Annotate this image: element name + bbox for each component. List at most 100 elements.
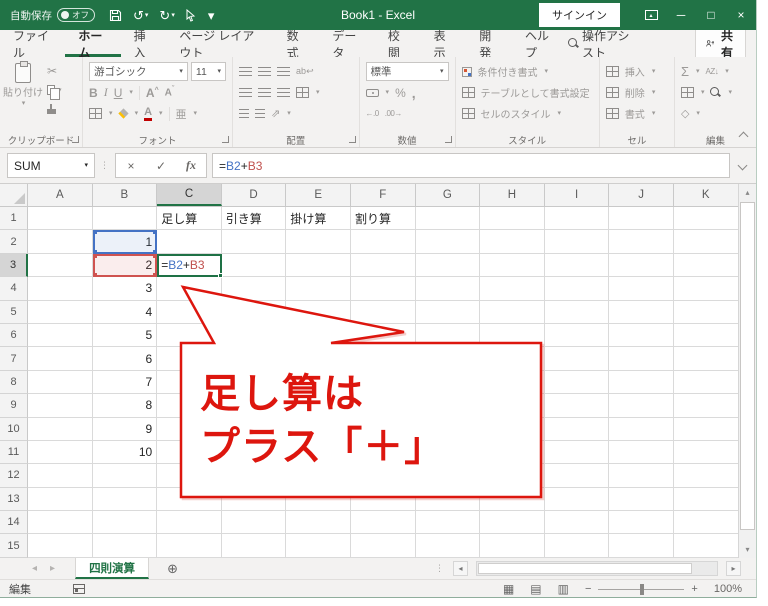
- cell-K11[interactable]: [673, 440, 739, 465]
- cell-I10[interactable]: [544, 417, 610, 441]
- column-header-E[interactable]: E: [286, 184, 351, 206]
- cell-E5[interactable]: [286, 300, 351, 324]
- cell-C10[interactable]: [157, 417, 222, 441]
- decrease-indent-icon[interactable]: [239, 109, 250, 118]
- row-header-11[interactable]: 11: [0, 440, 28, 465]
- cell-E13[interactable]: [286, 487, 351, 512]
- cell-C13[interactable]: [157, 487, 222, 512]
- borders-icon[interactable]: [89, 108, 103, 119]
- find-select-button[interactable]: [710, 87, 721, 98]
- tab-file[interactable]: ファイル: [0, 29, 65, 60]
- cell-G7[interactable]: [415, 347, 481, 371]
- cell-J7[interactable]: [609, 347, 674, 371]
- column-header-I[interactable]: I: [545, 184, 610, 206]
- hscroll-right-icon[interactable]: ▸: [726, 561, 741, 576]
- cell-G9[interactable]: [415, 394, 481, 418]
- column-header-G[interactable]: G: [416, 184, 481, 206]
- cut-button[interactable]: ✂: [47, 63, 62, 79]
- cell-E15[interactable]: [286, 534, 351, 558]
- cell-K8[interactable]: [673, 370, 739, 395]
- cell-G12[interactable]: [415, 464, 481, 488]
- cell-D1[interactable]: 引き算: [221, 207, 287, 231]
- cell-E14[interactable]: [286, 511, 351, 535]
- font-name-select[interactable]: 游ゴシック ▾: [89, 62, 188, 81]
- sort-filter-button[interactable]: AZ↓: [706, 67, 719, 76]
- zoom-level[interactable]: 100%: [714, 583, 742, 595]
- cell-D13[interactable]: [221, 487, 287, 512]
- cell-F5[interactable]: [350, 300, 416, 324]
- align-right-icon[interactable]: [277, 88, 291, 97]
- cell-B5[interactable]: 4: [92, 300, 158, 324]
- cell-J12[interactable]: [609, 464, 674, 488]
- underline-button[interactable]: U: [114, 86, 123, 100]
- cell-E1[interactable]: 掛け算: [286, 207, 351, 231]
- formula-input[interactable]: = B2 + B3: [212, 153, 730, 178]
- cell-I6[interactable]: [544, 323, 610, 348]
- cell-D15[interactable]: [221, 534, 287, 558]
- cell-F2[interactable]: [350, 230, 416, 254]
- cell-A12[interactable]: [28, 464, 93, 488]
- column-header-J[interactable]: J: [609, 184, 674, 206]
- cell-D11[interactable]: [221, 440, 287, 465]
- cell-E8[interactable]: [286, 370, 351, 395]
- cell-K15[interactable]: [673, 534, 739, 558]
- delete-cells-button[interactable]: 削除 ▾: [603, 82, 671, 103]
- cell-B1[interactable]: [92, 207, 158, 231]
- orientation-icon[interactable]: ⇗: [271, 107, 280, 120]
- cell-D7[interactable]: [221, 347, 287, 371]
- cell-A14[interactable]: [28, 511, 93, 535]
- macro-record-icon[interactable]: [73, 584, 85, 594]
- cell-H14[interactable]: [480, 511, 545, 535]
- insert-function-button[interactable]: fx: [176, 158, 206, 173]
- autosave-control[interactable]: 自動保存 オフ: [10, 8, 95, 23]
- comma-style-button[interactable]: ,: [412, 85, 416, 101]
- row-header-2[interactable]: 2: [0, 230, 28, 254]
- copy-button[interactable]: ▾: [47, 82, 62, 100]
- row-header-13[interactable]: 13: [0, 487, 28, 512]
- cell-G11[interactable]: [415, 440, 481, 465]
- cell-K2[interactable]: [673, 230, 739, 254]
- cell-J10[interactable]: [609, 417, 674, 441]
- increase-indent-icon[interactable]: [255, 109, 266, 118]
- row-header-5[interactable]: 5: [0, 300, 28, 324]
- cell-G1[interactable]: [415, 207, 481, 231]
- cell-F4[interactable]: [350, 277, 416, 301]
- cell-I11[interactable]: [544, 440, 610, 465]
- cell-I7[interactable]: [544, 347, 610, 371]
- format-painter-button[interactable]: [47, 101, 62, 117]
- percent-style-button[interactable]: %: [395, 86, 406, 100]
- tab-data[interactable]: データ: [319, 29, 375, 60]
- cell-E12[interactable]: [286, 464, 351, 488]
- align-left-icon[interactable]: [239, 88, 253, 97]
- row-header-14[interactable]: 14: [0, 511, 28, 535]
- column-header-D[interactable]: D: [222, 184, 287, 206]
- cancel-button[interactable]: ×: [116, 159, 146, 173]
- cell-G10[interactable]: [415, 417, 481, 441]
- cell-I8[interactable]: [544, 370, 610, 395]
- cell-C12[interactable]: [157, 464, 222, 488]
- cell-E10[interactable]: [286, 417, 351, 441]
- cell-A1[interactable]: [28, 207, 93, 231]
- column-header-B[interactable]: B: [93, 184, 158, 206]
- bold-button[interactable]: B: [89, 86, 98, 100]
- cell-K9[interactable]: [673, 394, 739, 418]
- cell-C6[interactable]: [157, 323, 222, 348]
- tab-view[interactable]: 表示: [421, 29, 467, 60]
- zoom-slider[interactable]: [598, 583, 685, 596]
- cell-C4[interactable]: [157, 277, 222, 301]
- row-header-6[interactable]: 6: [0, 323, 28, 348]
- minimize-button[interactable]: ─: [666, 0, 696, 30]
- cell-C7[interactable]: [157, 347, 222, 371]
- cell-A2[interactable]: [28, 230, 93, 254]
- row-header-3[interactable]: 3: [0, 253, 28, 278]
- cell-D5[interactable]: [221, 300, 287, 324]
- cell-D12[interactable]: [221, 464, 287, 488]
- cell-K12[interactable]: [673, 464, 739, 488]
- cell-J9[interactable]: [609, 394, 674, 418]
- clear-button[interactable]: ◇: [681, 107, 689, 120]
- tell-me-label[interactable]: 操作アシスト: [582, 27, 630, 61]
- cell-F11[interactable]: [350, 440, 416, 465]
- cell-H7[interactable]: [480, 347, 545, 371]
- zoom-out-icon[interactable]: −: [585, 583, 591, 595]
- align-bottom-icon[interactable]: [277, 67, 291, 76]
